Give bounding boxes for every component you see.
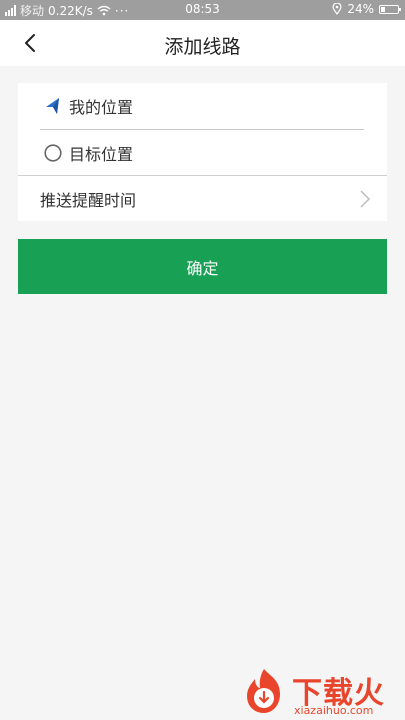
chevron-right-icon bbox=[360, 190, 371, 208]
navigation-arrow-icon bbox=[44, 97, 62, 115]
push-time-row[interactable]: 推送提醒时间 bbox=[18, 176, 387, 221]
back-button[interactable] bbox=[14, 28, 46, 58]
location-pin-icon bbox=[332, 3, 342, 15]
status-bar: 移动 0.22K/s ··· 08:53 24% bbox=[0, 0, 405, 20]
battery-percent: 24% bbox=[347, 2, 374, 16]
page-title: 添加线路 bbox=[164, 36, 241, 58]
back-chevron-icon bbox=[25, 34, 35, 52]
header-bar: 添加线路 bbox=[0, 20, 405, 66]
my-location-label: 我的位置 bbox=[69, 98, 134, 117]
radio-circle-icon[interactable] bbox=[44, 143, 62, 162]
flame-logo-icon bbox=[247, 669, 280, 713]
destination-row[interactable]: 目标位置 bbox=[18, 130, 387, 175]
route-form-card: 我的位置 目标位置 推送提醒时间 bbox=[18, 83, 387, 221]
watermark: 下载火 xiazaihuo.com bbox=[240, 666, 405, 720]
destination-label: 目标位置 bbox=[69, 144, 134, 164]
watermark-url: xiazaihuo.com bbox=[294, 704, 374, 717]
confirm-button[interactable]: 确定 bbox=[18, 239, 387, 294]
status-right: 24% bbox=[332, 2, 401, 16]
battery-icon bbox=[379, 4, 401, 14]
my-location-row[interactable]: 我的位置 bbox=[18, 83, 387, 129]
push-time-label: 推送提醒时间 bbox=[40, 190, 137, 210]
